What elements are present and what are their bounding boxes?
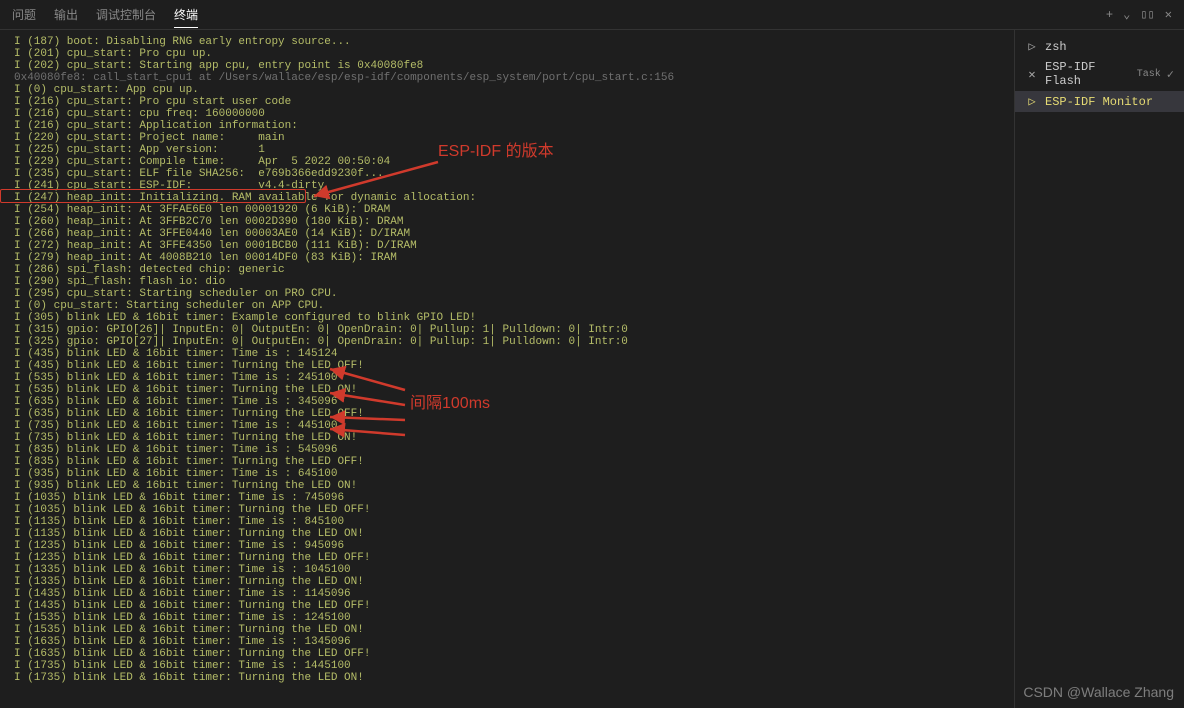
log-line: I (935) blink LED & 16bit timer: Time is…	[14, 468, 1000, 480]
terminal-chevron-icon[interactable]: ⌄	[1123, 7, 1130, 22]
log-line: I (247) heap_init: Initializing. RAM ava…	[14, 192, 1000, 204]
main-area: I (187) boot: Disabling RNG early entrop…	[0, 30, 1184, 708]
log-line: I (1035) blink LED & 16bit timer: Time i…	[14, 492, 1000, 504]
terminal-item-monitor[interactable]: ▷ ESP-IDF Monitor	[1015, 91, 1184, 112]
close-panel-icon[interactable]: ✕	[1165, 7, 1172, 22]
log-line: I (735) blink LED & 16bit timer: Time is…	[14, 420, 1000, 432]
log-line: I (1235) blink LED & 16bit timer: Time i…	[14, 540, 1000, 552]
tab-problems[interactable]: 问题	[12, 2, 36, 28]
log-line: I (235) cpu_start: ELF file SHA256: e769…	[14, 168, 1000, 180]
terminal-output[interactable]: I (187) boot: Disabling RNG early entrop…	[0, 30, 1014, 708]
log-line: I (1735) blink LED & 16bit timer: Time i…	[14, 660, 1000, 672]
panel-actions: + ⌄ ▯▯ ✕	[1106, 7, 1172, 22]
tools-icon: ✕	[1025, 67, 1039, 82]
log-line: I (315) gpio: GPIO[26]| InputEn: 0| Outp…	[14, 324, 1000, 336]
log-line: I (279) heap_init: At 4008B210 len 00014…	[14, 252, 1000, 264]
log-line: I (935) blink LED & 16bit timer: Turning…	[14, 480, 1000, 492]
log-line: I (305) blink LED & 16bit timer: Example…	[14, 312, 1000, 324]
log-line: I (266) heap_init: At 3FFE0440 len 00003…	[14, 228, 1000, 240]
log-line: I (1135) blink LED & 16bit timer: Turnin…	[14, 528, 1000, 540]
log-line: I (225) cpu_start: App version: 1	[14, 144, 1000, 156]
terminal-item-label: ESP-IDF Flash	[1045, 60, 1127, 88]
log-line: I (1235) blink LED & 16bit timer: Turnin…	[14, 552, 1000, 564]
log-line: I (535) blink LED & 16bit timer: Time is…	[14, 372, 1000, 384]
log-line: I (0) cpu_start: App cpu up.	[14, 84, 1000, 96]
terminal-item-sublabel: Task	[1137, 69, 1161, 80]
log-line: I (272) heap_init: At 3FFE4350 len 0001B…	[14, 240, 1000, 252]
log-line: I (1635) blink LED & 16bit timer: Time i…	[14, 636, 1000, 648]
log-line: I (290) spi_flash: flash io: dio	[14, 276, 1000, 288]
log-line: I (1435) blink LED & 16bit timer: Turnin…	[14, 600, 1000, 612]
terminal-list-panel: ▷ zsh ✕ ESP-IDF Flash Task ✓ ▷ ESP-IDF M…	[1014, 30, 1184, 708]
terminal-icon: ▷	[1025, 39, 1039, 54]
log-line: I (735) blink LED & 16bit timer: Turning…	[14, 432, 1000, 444]
terminal-item-label: ESP-IDF Monitor	[1045, 95, 1174, 109]
tab-output[interactable]: 输出	[54, 2, 78, 28]
log-line: I (435) blink LED & 16bit timer: Turning…	[14, 360, 1000, 372]
split-terminal-icon[interactable]: ▯▯	[1140, 7, 1154, 22]
log-line: I (241) cpu_start: ESP-IDF: v4.4-dirty	[14, 180, 1000, 192]
terminal-item-label: zsh	[1045, 40, 1174, 54]
log-line: I (1335) blink LED & 16bit timer: Time i…	[14, 564, 1000, 576]
log-line: I (1535) blink LED & 16bit timer: Turnin…	[14, 624, 1000, 636]
log-line: I (835) blink LED & 16bit timer: Time is…	[14, 444, 1000, 456]
log-line: I (286) spi_flash: detected chip: generi…	[14, 264, 1000, 276]
log-line: I (220) cpu_start: Project name: main	[14, 132, 1000, 144]
log-line: I (295) cpu_start: Starting scheduler on…	[14, 288, 1000, 300]
log-line: I (216) cpu_start: cpu freq: 160000000	[14, 108, 1000, 120]
log-line: I (535) blink LED & 16bit timer: Turning…	[14, 384, 1000, 396]
log-line: I (216) cpu_start: Pro cpu start user co…	[14, 96, 1000, 108]
log-line: I (1635) blink LED & 16bit timer: Turnin…	[14, 648, 1000, 660]
tab-terminal[interactable]: 终端	[174, 2, 198, 28]
log-line: I (635) blink LED & 16bit timer: Turning…	[14, 408, 1000, 420]
log-line: I (0) cpu_start: Starting scheduler on A…	[14, 300, 1000, 312]
log-line: I (835) blink LED & 16bit timer: Turning…	[14, 456, 1000, 468]
log-line: I (229) cpu_start: Compile time: Apr 5 2…	[14, 156, 1000, 168]
log-line: I (254) heap_init: At 3FFAE6E0 len 00001…	[14, 204, 1000, 216]
log-line: I (325) gpio: GPIO[27]| InputEn: 0| Outp…	[14, 336, 1000, 348]
terminal-item-flash[interactable]: ✕ ESP-IDF Flash Task ✓	[1015, 57, 1184, 91]
new-terminal-icon[interactable]: +	[1106, 8, 1113, 22]
log-line: I (201) cpu_start: Pro cpu up.	[14, 48, 1000, 60]
tab-debug-console[interactable]: 调试控制台	[96, 2, 156, 28]
terminal-icon: ▷	[1025, 94, 1039, 109]
log-line: I (187) boot: Disabling RNG early entrop…	[14, 36, 1000, 48]
log-line: I (1435) blink LED & 16bit timer: Time i…	[14, 588, 1000, 600]
log-line: I (202) cpu_start: Starting app cpu, ent…	[14, 60, 1000, 72]
log-line: I (1735) blink LED & 16bit timer: Turnin…	[14, 672, 1000, 684]
log-line: I (435) blink LED & 16bit timer: Time is…	[14, 348, 1000, 360]
log-line: I (216) cpu_start: Application informati…	[14, 120, 1000, 132]
panel-tabs: 问题 输出 调试控制台 终端	[12, 2, 198, 28]
log-line: I (260) heap_init: At 3FFB2C70 len 0002D…	[14, 216, 1000, 228]
log-line: I (635) blink LED & 16bit timer: Time is…	[14, 396, 1000, 408]
check-icon: ✓	[1167, 67, 1174, 82]
log-line: I (1035) blink LED & 16bit timer: Turnin…	[14, 504, 1000, 516]
panel-tab-bar: 问题 输出 调试控制台 终端 + ⌄ ▯▯ ✕	[0, 0, 1184, 30]
terminal-item-zsh[interactable]: ▷ zsh	[1015, 36, 1184, 57]
log-line: I (1135) blink LED & 16bit timer: Time i…	[14, 516, 1000, 528]
log-line: 0x40080fe8: call_start_cpu1 at /Users/wa…	[14, 72, 1000, 84]
log-line: I (1535) blink LED & 16bit timer: Time i…	[14, 612, 1000, 624]
log-line: I (1335) blink LED & 16bit timer: Turnin…	[14, 576, 1000, 588]
